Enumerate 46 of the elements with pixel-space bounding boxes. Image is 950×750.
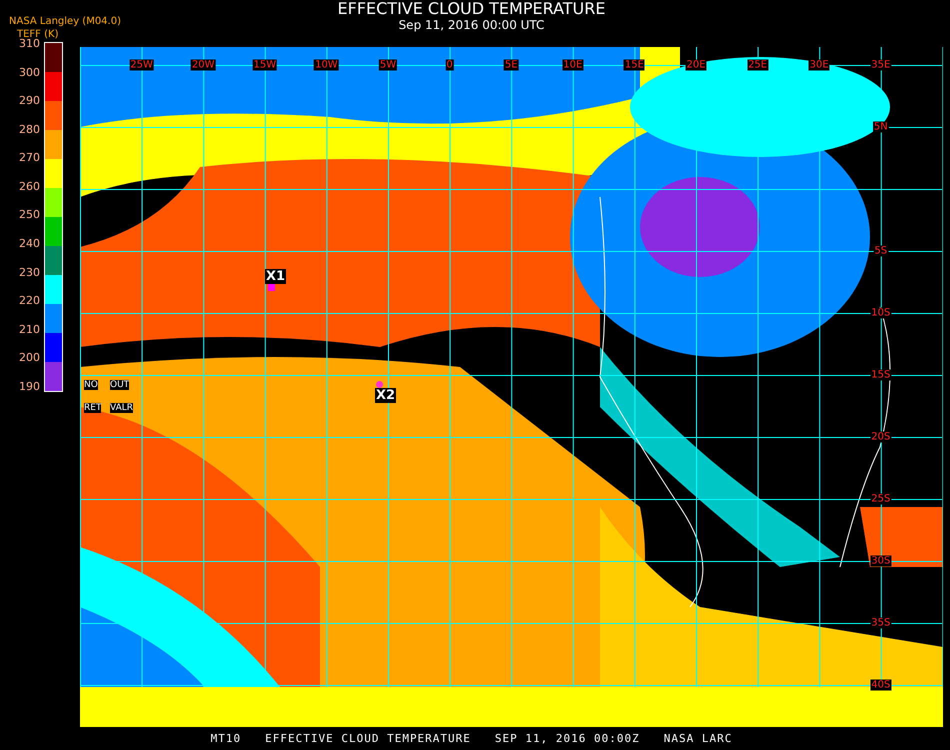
- scale-tick-label: 210: [19, 324, 40, 335]
- scale-tick-label: 310: [19, 38, 40, 49]
- latitude-label: 5S: [873, 246, 888, 256]
- latitude-label: 40S: [870, 680, 892, 690]
- scale-tick-label: 190: [19, 380, 40, 392]
- latitude-label: 10S: [870, 308, 892, 318]
- unit-label: TEFF (K): [16, 29, 60, 40]
- scale-tick-label: 240: [19, 238, 40, 250]
- longitude-label: 5E: [504, 60, 519, 70]
- scale-tick-label: 290: [19, 95, 40, 106]
- no-data-label: VALR: [110, 403, 134, 413]
- latitude-label: 30S: [870, 556, 892, 566]
- scale-tick-label: 250: [19, 209, 40, 220]
- longitude-label: 15W: [252, 60, 278, 70]
- no-data-label: NO: [84, 380, 98, 390]
- source-label: NASA Langley (M04.0): [9, 16, 121, 27]
- footer-label: MT10: [210, 732, 242, 745]
- longitude-label: 25E: [747, 60, 768, 70]
- latitude-label: 20S: [870, 432, 892, 442]
- scale-tick-label: 300: [19, 66, 40, 78]
- longitude-label: 25W: [129, 60, 154, 70]
- longitude-label: 15E: [624, 60, 645, 70]
- footer-label: EFFECTIVE CLOUD TEMPERATURE: [265, 732, 471, 745]
- longitude-label: 30E: [808, 60, 830, 70]
- longitude-label: 20W: [190, 60, 216, 70]
- scale-tick-label: 220: [19, 295, 40, 306]
- scale-tick-label: 230: [19, 266, 40, 278]
- latitude-label: 35S: [870, 618, 892, 628]
- latitude-label: 5N: [872, 122, 889, 132]
- date-subtitle: Sep 11, 2016 00:00 UTC: [398, 18, 544, 32]
- scale-tick-label: 260: [19, 180, 40, 192]
- longitude-label: 5W: [378, 60, 398, 70]
- marker-label: X1: [265, 269, 286, 284]
- chart-title: EFFECTIVE CLOUD TEMPERATURE: [338, 0, 606, 18]
- longitude-label: 35E: [870, 60, 892, 70]
- longitude-label: 20E: [685, 60, 707, 70]
- footer-label: SEP 11, 2016 00:00Z: [494, 732, 640, 745]
- latitude-label: 15S: [870, 370, 892, 380]
- latitude-label: 25S: [870, 494, 892, 504]
- longitude-label: 10W: [314, 60, 339, 70]
- footer-label: NASA LARC: [664, 732, 732, 745]
- scale-tick-label: 280: [19, 124, 40, 135]
- marker-label: X2: [375, 388, 396, 403]
- scale-tick-label: 270: [19, 152, 40, 164]
- scale-tick-label: 200: [19, 352, 40, 364]
- longitude-label: 10E: [562, 60, 584, 70]
